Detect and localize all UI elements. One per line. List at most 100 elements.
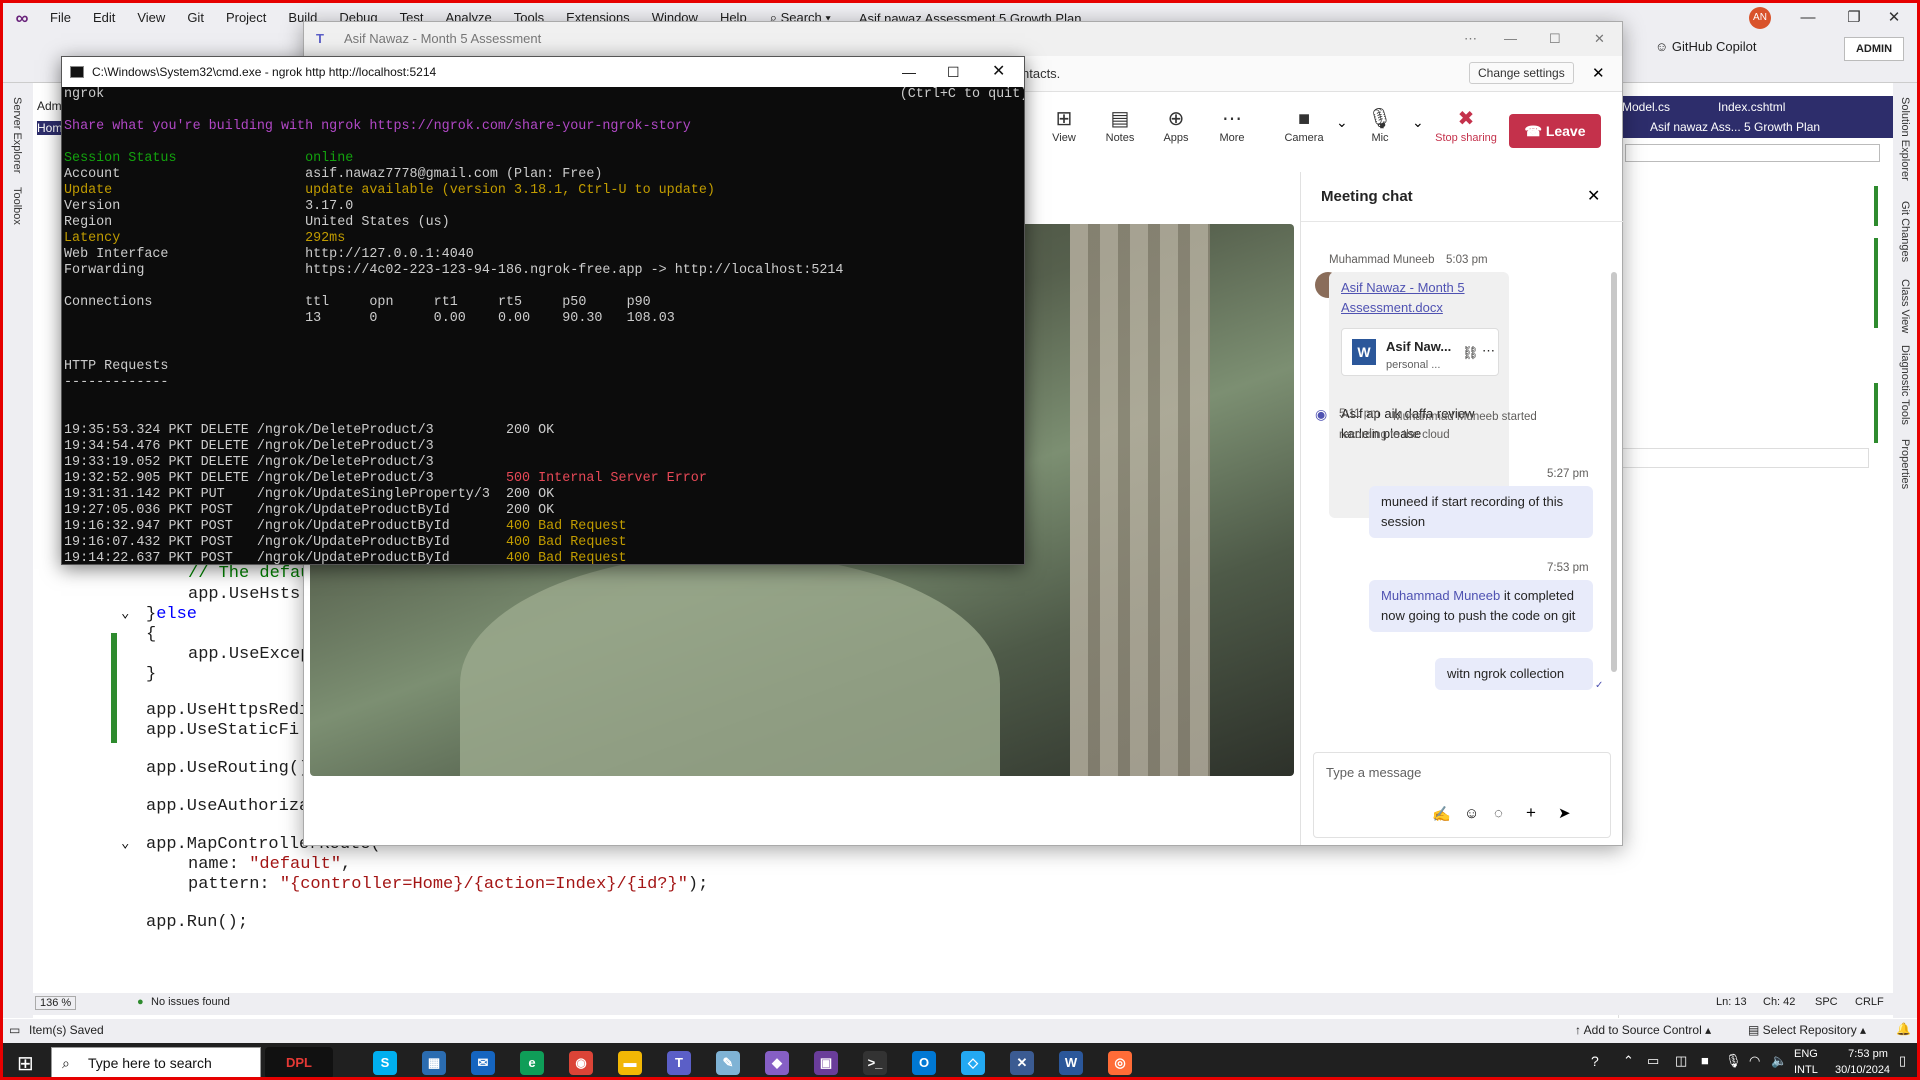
cmd-status-key: Update — [64, 183, 306, 198]
store-icon[interactable]: ▦ — [422, 1051, 446, 1075]
chevron-up-icon[interactable]: ⌃ — [1623, 1053, 1634, 1069]
plus-icon[interactable]: + — [1526, 803, 1536, 823]
volume-icon[interactable]: 🔈 — [1771, 1053, 1787, 1069]
camera-icon[interactable]: ■ — [1701, 1053, 1709, 1068]
link-icon[interactable]: ⛓ — [1462, 343, 1479, 363]
minimize-icon[interactable]: — — [1504, 22, 1517, 56]
issues-label[interactable]: No issues found — [151, 996, 230, 1008]
app-icon[interactable]: ▣ — [814, 1051, 838, 1075]
visual-studio-icon[interactable]: ◆ — [765, 1051, 789, 1075]
clock-time[interactable]: 7:53 pm — [1841, 1048, 1895, 1060]
server-explorer-tab[interactable]: Server Explorer — [11, 97, 23, 173]
more-options-icon[interactable]: ⋯ — [1464, 22, 1477, 56]
format-icon[interactable]: ✍ — [1432, 805, 1451, 823]
more-options-icon[interactable]: ⋯ — [1482, 341, 1495, 361]
close-icon[interactable]: ✕ — [1592, 64, 1605, 82]
menu-view[interactable]: View — [126, 3, 176, 33]
stop-sharing-button[interactable]: ✖ Stop sharing — [1428, 106, 1504, 144]
column-indicator[interactable]: Ch: 42 — [1763, 996, 1795, 1008]
teams-icon[interactable]: T — [667, 1051, 691, 1075]
add-to-source-control-button[interactable]: ↑ Add to Source Control ▴ — [1575, 1023, 1711, 1037]
minimize-icon[interactable]: — — [1785, 3, 1831, 33]
menu-project[interactable]: Project — [215, 3, 277, 33]
close-icon[interactable]: ✕ — [1871, 3, 1917, 33]
collapse-chevron-icon[interactable]: ⌄ — [121, 835, 129, 852]
network-icon[interactable]: ◫ — [1675, 1053, 1687, 1069]
camera-button[interactable]: ■ Camera — [1276, 106, 1332, 144]
maximize-icon[interactable]: ☐ — [1549, 22, 1561, 56]
notes-label: Notes — [1105, 132, 1135, 144]
github-copilot-button[interactable]: ☺ GitHub Copilot — [1655, 39, 1756, 54]
chrome-icon[interactable]: ◉ — [569, 1051, 593, 1075]
file-link[interactable]: Asif Nawaz - Month 5 Assessment.docx — [1341, 278, 1501, 318]
outlook-icon[interactable]: O — [912, 1051, 936, 1075]
navigation-dropdown[interactable] — [1625, 144, 1880, 162]
menu-file[interactable]: File — [39, 3, 82, 33]
keyboard-layout[interactable]: INTL — [1794, 1064, 1818, 1076]
loop-icon[interactable]: ◌ — [1494, 805, 1503, 822]
code-line: app.UseRouting() — [146, 759, 310, 778]
close-icon[interactable]: ✕ — [992, 57, 1005, 87]
windows-start-icon[interactable]: ⊞ — [17, 1051, 34, 1076]
send-icon[interactable]: ➤ — [1558, 804, 1571, 822]
avatar[interactable]: AN — [1749, 7, 1771, 29]
mail-icon[interactable]: ✉ — [471, 1051, 495, 1075]
properties-tab[interactable]: Properties — [1899, 439, 1911, 489]
toolbox-tab[interactable]: Toolbox — [11, 187, 23, 225]
notifications-icon[interactable]: ▯ — [1899, 1053, 1906, 1069]
mic-button[interactable]: 🎙 Mic — [1352, 106, 1408, 144]
spacing-indicator[interactable]: SPC — [1815, 996, 1838, 1008]
admin-button[interactable]: ADMIN — [1844, 37, 1904, 61]
clock-date[interactable]: 30/10/2024 — [1835, 1064, 1890, 1076]
line-ending-indicator[interactable]: CRLF — [1855, 996, 1884, 1008]
chevron-down-icon[interactable]: ⌄ — [1412, 114, 1424, 131]
apps-button[interactable]: ⊕ Apps — [1148, 106, 1204, 144]
vscode-icon[interactable]: ◇ — [961, 1051, 985, 1075]
dpl-widget-icon[interactable]: DPL — [265, 1047, 333, 1077]
file-card[interactable]: W Asif Naw... personal ... ⛓ ⋯ — [1341, 328, 1499, 376]
notification-bell-icon[interactable]: 🔔 — [1896, 1022, 1911, 1036]
solution-explorer-tab[interactable]: Solution Explorer — [1899, 97, 1911, 181]
word-icon[interactable]: W — [1059, 1051, 1083, 1075]
leave-button[interactable]: ☎ Leave — [1509, 114, 1601, 148]
zoom-dropdown[interactable]: 136 % — [35, 996, 77, 1010]
ssms-icon[interactable]: ✕ — [1010, 1051, 1034, 1075]
chevron-down-icon[interactable]: ⌄ — [1336, 114, 1348, 131]
cmd-output[interactable]: ngrok (Ctrl+C to quit) Share what you're … — [62, 87, 1024, 564]
language-indicator[interactable]: ENG — [1794, 1048, 1818, 1060]
help-icon[interactable]: ? — [1591, 1053, 1599, 1069]
mic-icon[interactable]: 🎙 — [1725, 1053, 1742, 1069]
minimize-icon[interactable]: — — [902, 57, 916, 87]
select-repository-button[interactable]: ▤ Select Repository ▴ — [1748, 1023, 1866, 1037]
git-changes-tab[interactable]: Git Changes — [1899, 201, 1911, 262]
edge-icon[interactable]: e — [520, 1051, 544, 1075]
emoji-icon[interactable]: ☺ — [1464, 805, 1479, 822]
file-explorer-icon[interactable]: ▬ — [618, 1051, 642, 1075]
wifi-icon[interactable]: ◠ — [1749, 1053, 1760, 1069]
terminal-icon[interactable]: >_ — [863, 1051, 887, 1075]
notepad-icon[interactable]: ✎ — [716, 1051, 740, 1075]
chat-scrollbar[interactable] — [1611, 272, 1617, 672]
mention[interactable]: Muhammad Muneeb — [1381, 588, 1500, 603]
change-settings-button[interactable]: Change settings — [1469, 62, 1574, 84]
postman-icon[interactable]: ◎ — [1108, 1051, 1132, 1075]
chat-message-input[interactable]: Type a message ✍ ☺ ◌ + ➤ — [1313, 752, 1611, 838]
menu-edit[interactable]: Edit — [82, 3, 126, 33]
close-icon[interactable]: ✕ — [1594, 22, 1605, 56]
tab-growth-plan[interactable]: Asif nawaz Ass... 5 Growth Plan — [1650, 120, 1820, 134]
skype-icon[interactable]: S — [373, 1051, 397, 1075]
close-icon[interactable]: ✕ — [1587, 186, 1600, 206]
line-indicator[interactable]: Ln: 13 — [1716, 996, 1747, 1008]
menu-git[interactable]: Git — [176, 3, 215, 33]
tab-index-cshtml[interactable]: Index.cshtml — [1718, 100, 1785, 114]
battery-icon[interactable]: ▭ — [1647, 1053, 1659, 1069]
collapse-chevron-icon[interactable]: ⌄ — [121, 605, 129, 622]
diagnostic-tools-tab[interactable]: Diagnostic Tools — [1899, 345, 1911, 425]
taskbar-search-input[interactable]: ⌕ Type here to search — [51, 1047, 261, 1077]
maximize-icon[interactable]: ☐ — [947, 57, 960, 87]
more-button[interactable]: ⋯ More — [1204, 106, 1260, 144]
view-button[interactable]: ⊞ View — [1036, 106, 1092, 144]
tab-model-cs[interactable]: Model.cs — [1622, 100, 1670, 114]
notes-button[interactable]: ▤ Notes — [1092, 106, 1148, 144]
class-view-tab[interactable]: Class View — [1899, 279, 1911, 333]
